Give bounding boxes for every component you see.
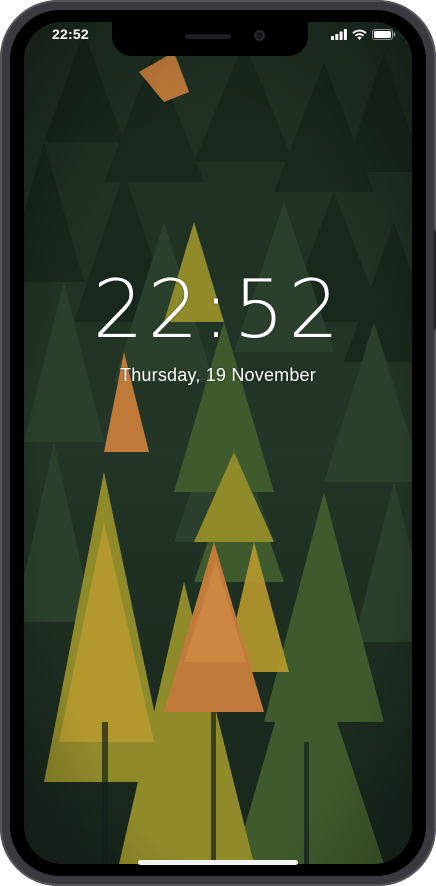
notch: [112, 22, 308, 56]
lock-screen-date: Thursday, 19 November: [120, 365, 316, 385]
phone-frame: 22:52 Thursday, 19 November 22:52: [0, 0, 436, 886]
speaker-grille: [185, 34, 231, 39]
front-camera-icon: [254, 30, 265, 41]
signal-icon: [331, 28, 347, 40]
status-bar-icons: [331, 28, 396, 40]
forest-wallpaper: [24, 22, 412, 864]
status-bar-time: 22:52: [52, 26, 89, 42]
lock-screen[interactable]: 22:52 Thursday, 19 November: [24, 22, 412, 864]
home-indicator[interactable]: [138, 860, 298, 865]
lock-screen-clock: 22:52: [92, 263, 344, 356]
wifi-icon: [352, 29, 367, 40]
battery-icon: [372, 28, 396, 40]
